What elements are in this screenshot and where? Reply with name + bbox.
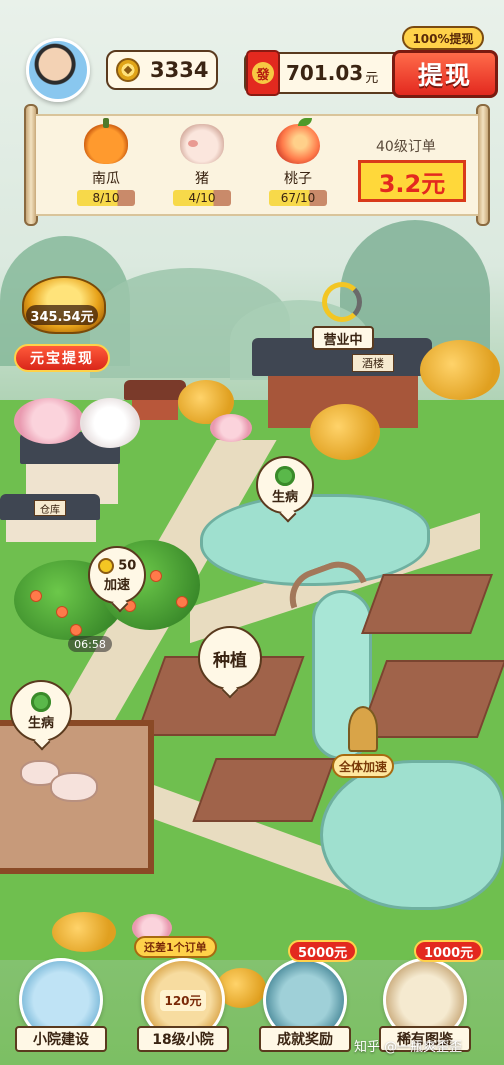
order-level: 40级订单 [376, 139, 436, 155]
order-paper: 南瓜 8/10 猪 4/10 桃子 67/10 40级订单 3.2元 [36, 114, 478, 216]
nav-badge: 5000元 [288, 940, 358, 962]
order-item-peach[interactable]: 桃子 67/10 [258, 118, 338, 206]
warehouse-wall-lower [6, 520, 96, 542]
shop-status: 营业中 [312, 326, 374, 350]
flower-bush [210, 414, 252, 442]
peach-fruit [176, 596, 188, 608]
order-item-count: 67/10 [269, 190, 327, 206]
tavern-sign: 酒楼 [352, 354, 394, 372]
order-item-count: 8/10 [77, 190, 135, 206]
virus-icon [275, 465, 295, 486]
ginkgo-tree [420, 340, 500, 400]
speed-cost: 50 [118, 558, 137, 573]
order-panel: 南瓜 8/10 猪 4/10 桃子 67/10 40级订单 3.2元 [24, 104, 490, 226]
order-item-pumpkin[interactable]: 南瓜 8/10 [66, 118, 146, 206]
blossom-tree [14, 398, 84, 444]
withdraw-tag: 100%提现 [402, 26, 484, 50]
scarecrow[interactable] [348, 706, 378, 752]
pumpkin-icon [84, 118, 128, 164]
red-envelope-char: 發 [252, 62, 274, 84]
warehouse-sign: 仓库 [34, 500, 66, 516]
pig-icon [180, 124, 224, 164]
pond [320, 760, 504, 910]
crop-field[interactable] [361, 574, 493, 634]
watermark: 知乎 @一瓶爽歪歪 [354, 1040, 463, 1055]
blossom-tree [80, 398, 140, 448]
peach-fruit [30, 590, 42, 602]
progress-ring-icon [322, 282, 362, 322]
nav-label: 小院建设 [15, 1026, 107, 1052]
pavilion-roof [124, 380, 186, 400]
growth-timer: 06:58 [68, 636, 112, 652]
nav-courtyard-level[interactable]: 还差1个订单 120元 18级小院 [134, 936, 230, 1052]
ingot-withdraw-button[interactable]: 元宝提现 [14, 344, 110, 372]
avatar[interactable] [26, 38, 90, 102]
cash-unit: 元 [365, 70, 379, 86]
red-envelope-icon: 發 [246, 50, 280, 96]
withdraw-button[interactable]: 提现 [392, 50, 498, 98]
nav-label: 18级小院 [137, 1026, 229, 1052]
warehouse-building[interactable]: 仓库 [0, 432, 130, 542]
peach-icon [276, 118, 320, 164]
peach-fruit [70, 624, 82, 636]
coin-icon [116, 58, 140, 82]
nav-achievement[interactable]: 5000元 成就奖励 [258, 940, 358, 1052]
order-item-pig[interactable]: 猪 4/10 [162, 124, 242, 206]
speed-label: 加速 [103, 577, 130, 593]
scroll-rod-right [476, 104, 490, 226]
virus-icon [31, 691, 51, 712]
plant-label: 种植 [213, 650, 247, 671]
order-item-name: 猪 [195, 171, 209, 187]
peach-fruit [56, 606, 68, 618]
accelerate-all-button[interactable]: 全体加速 [332, 754, 394, 778]
fence [0, 868, 150, 874]
coin-value: 3334 [150, 58, 209, 82]
pig-animal[interactable] [50, 772, 98, 802]
nav-badge: 还差1个订单 [134, 936, 217, 958]
nav-label: 成就奖励 [259, 1026, 351, 1052]
coin-icon [97, 557, 114, 574]
nav-courtyard-build[interactable]: 小院建设 [14, 958, 108, 1052]
order-item-name: 桃子 [284, 171, 312, 187]
crop-field[interactable] [192, 758, 336, 822]
fence [148, 720, 154, 874]
sick-bubble[interactable]: 生病 [256, 456, 314, 514]
order-reward-button[interactable]: 3.2元 [358, 160, 466, 202]
sick-label: 生病 [27, 715, 54, 731]
order-item-name: 南瓜 [92, 171, 120, 187]
coin-balance: 3334 [106, 50, 218, 90]
sick-label: 生病 [271, 489, 298, 505]
ginkgo-tree [310, 404, 380, 460]
ingot-amount: 345.54元 [26, 305, 98, 325]
speed-up-bubble[interactable]: 50 加速 [88, 546, 146, 604]
nav-badge: 1000元 [414, 940, 484, 962]
order-item-count: 4/10 [173, 190, 231, 206]
plant-bubble[interactable]: 种植 [198, 626, 262, 690]
cash-value: 701.03 [286, 61, 364, 85]
ginkgo-tree [52, 912, 116, 952]
sick-bubble[interactable]: 生病 [10, 680, 72, 742]
level-reward-amount: 120元 [160, 989, 206, 1011]
peach-fruit [150, 570, 162, 582]
